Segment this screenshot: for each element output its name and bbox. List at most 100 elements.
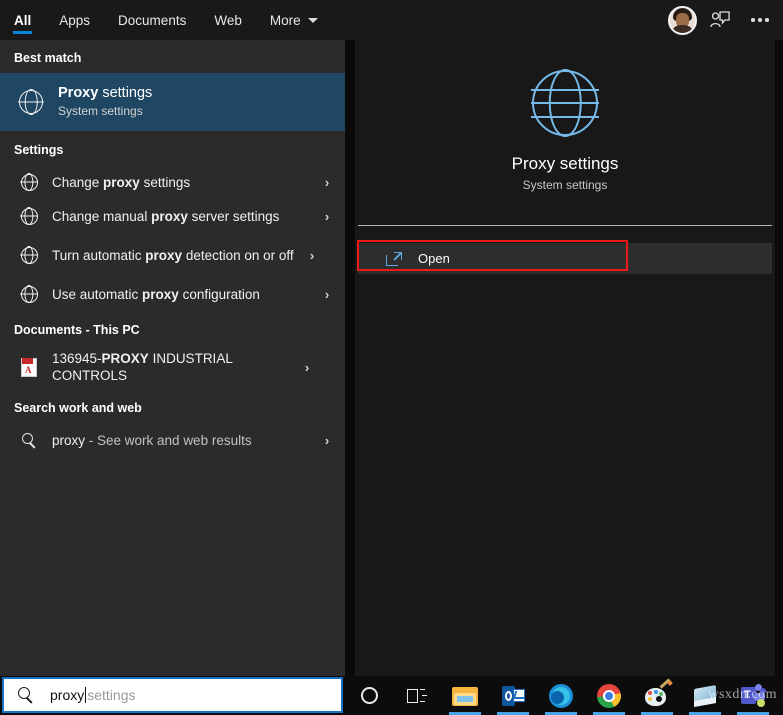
edge-icon[interactable] — [537, 676, 585, 715]
list-item-label: Change proxy settings — [52, 174, 317, 191]
preview-divider — [358, 225, 772, 226]
list-item[interactable]: proxy - See work and web results › — [0, 423, 345, 457]
best-match-title-bold: Proxy — [58, 85, 99, 101]
label-bold: PROXY — [101, 351, 149, 366]
label-post: - See work and web results — [85, 432, 252, 448]
open-button-label: Open — [418, 251, 450, 266]
pdf-file-icon: A — [14, 357, 44, 377]
avatar[interactable] — [668, 5, 697, 35]
label-post: settings — [139, 174, 191, 190]
text-cursor — [85, 687, 87, 703]
list-item-label: Use automatic proxy configuration — [52, 286, 317, 303]
list-item-label: Change manual proxy server settings — [52, 208, 317, 225]
paint-icon[interactable] — [633, 676, 681, 715]
chevron-right-icon: › — [324, 174, 330, 190]
globe-icon — [14, 90, 48, 114]
chrome-icon[interactable] — [585, 676, 633, 715]
label-post: configuration — [178, 286, 260, 302]
list-item-label: 136945-PROXY INDUSTRIAL CONTROLS — [52, 350, 297, 384]
label-pre: 136945- — [52, 351, 102, 366]
person-chat-glyph — [710, 11, 730, 28]
list-item[interactable]: Turn automatic proxy detection on or off… — [0, 233, 345, 277]
cortana-icon[interactable] — [345, 676, 393, 715]
list-item[interactable]: A 136945-PROXY INDUSTRIAL CONTROLS › — [0, 345, 345, 389]
globe-icon — [14, 285, 44, 303]
best-match-title: Proxy settings — [58, 84, 337, 103]
list-item[interactable]: Use automatic proxy configuration › — [0, 277, 345, 311]
chrome-glyph — [596, 683, 622, 709]
best-match-title-rest: settings — [98, 85, 153, 101]
label-post: detection on or off — [182, 247, 294, 263]
search-overlay: All Apps Documents Web More Best match P… — [0, 0, 783, 715]
label-bold: proxy — [145, 247, 183, 263]
section-header-search-work-and-web: Search work and web — [14, 401, 142, 415]
chevron-right-icon: › — [304, 359, 310, 375]
tab-all[interactable]: All — [0, 0, 45, 40]
open-button[interactable]: Open — [358, 243, 772, 274]
search-results-panel: Best match Proxy settings System setting… — [0, 40, 345, 676]
best-match-result-proxy-settings[interactable]: Proxy settings System settings — [0, 73, 345, 131]
ellipsis-icon[interactable] — [743, 3, 777, 37]
tab-more-label: More — [269, 12, 301, 28]
task-view-glyph — [407, 688, 427, 704]
tab-all-label: All — [14, 12, 32, 28]
edge-glyph — [548, 683, 574, 709]
outlook-glyph — [500, 683, 526, 709]
tab-web[interactable]: Web — [200, 0, 256, 40]
cortana-glyph — [360, 687, 378, 704]
chevron-right-icon: › — [324, 208, 330, 224]
outlook-icon[interactable] — [489, 676, 537, 715]
search-icon — [14, 432, 44, 448]
search-input-suggestion: settings — [87, 687, 136, 703]
preview-header: Proxy settings System settings — [355, 40, 775, 192]
preview-title: Proxy settings — [511, 154, 619, 173]
tab-web-label: Web — [214, 12, 242, 28]
header-actions — [668, 0, 777, 40]
label-pre: Change manual — [52, 208, 152, 224]
preview-panel: Proxy settings System settings Open — [355, 40, 775, 676]
label-bold: proxy — [151, 208, 188, 224]
search-icon — [18, 687, 34, 704]
section-header-documents: Documents - This PC — [14, 323, 140, 337]
preview-subtitle: System settings — [522, 178, 608, 192]
label-pre: Turn automatic — [52, 247, 146, 263]
chevron-right-icon: › — [324, 286, 330, 302]
globe-icon — [14, 207, 44, 225]
label-bold: proxy — [142, 286, 179, 302]
watermark: wsxdn.com — [708, 687, 777, 702]
chevron-down-icon — [307, 17, 318, 23]
ellipsis-dots — [751, 18, 769, 22]
person-chat-icon[interactable] — [703, 3, 737, 37]
label-pre: proxy — [52, 432, 86, 448]
file-explorer-icon[interactable] — [441, 676, 489, 715]
task-view-icon[interactable] — [393, 676, 441, 715]
chevron-right-icon: › — [324, 432, 330, 448]
tab-more[interactable]: More — [256, 0, 332, 40]
label-pre: Use automatic — [52, 286, 143, 302]
file-explorer-glyph — [452, 683, 478, 709]
section-header-settings: Settings — [14, 143, 64, 157]
tab-documents-label: Documents — [118, 12, 187, 28]
globe-icon-large — [531, 70, 599, 136]
list-item-label: Turn automatic proxy detection on or off — [52, 247, 302, 264]
tab-documents[interactable]: Documents — [104, 0, 200, 40]
globe-icon — [14, 246, 44, 264]
label-pre: Change — [52, 174, 104, 190]
paint-glyph — [644, 677, 673, 709]
search-input-value: proxy — [50, 687, 85, 703]
list-item[interactable]: Change manual proxy server settings › — [0, 199, 345, 233]
open-external-icon — [386, 251, 402, 266]
section-header-best-match: Best match — [14, 51, 82, 65]
chevron-right-icon: › — [309, 247, 315, 263]
label-bold: proxy — [103, 174, 140, 190]
tab-apps[interactable]: Apps — [45, 0, 104, 40]
search-input[interactable]: proxy settings — [2, 677, 343, 713]
best-match-subtitle: System settings — [58, 104, 143, 118]
list-item-label: proxy - See work and web results — [52, 432, 317, 449]
tab-apps-label: Apps — [59, 12, 91, 28]
label-post: server settings — [187, 208, 280, 224]
list-item[interactable]: Change proxy settings › — [0, 165, 345, 199]
search-tab-bar: All Apps Documents Web More — [0, 0, 783, 40]
globe-icon — [14, 173, 44, 191]
avatar-body — [671, 24, 694, 33]
